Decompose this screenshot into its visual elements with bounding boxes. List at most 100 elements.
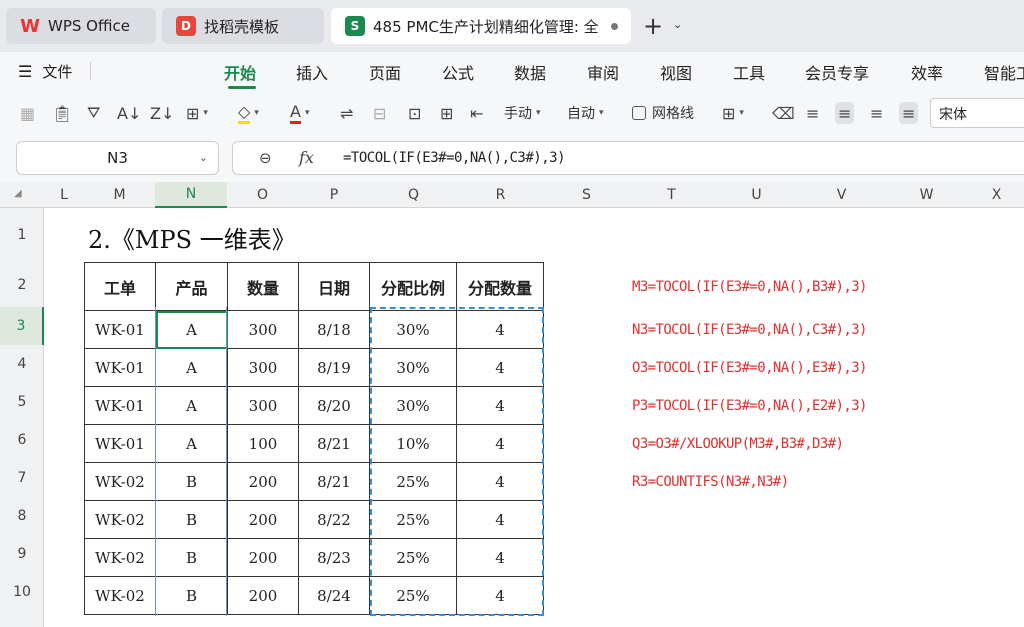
table-cell[interactable]: 4 (456, 310, 544, 349)
row-header-cell[interactable]: 2 (0, 262, 44, 307)
row-header-cell[interactable]: 1 (0, 208, 44, 262)
table-cell[interactable]: 4 (456, 538, 544, 577)
table-cell[interactable]: WK-01 (84, 348, 156, 387)
active-cell[interactable]: A (155, 310, 228, 349)
tab-document[interactable]: S 485 PMC生产计划精细化管理: 全 (331, 8, 631, 44)
formula-note[interactable]: N3=TOCOL(IF(E3#=0,NA(),C3#),3) (632, 322, 867, 338)
table-cell[interactable]: 4 (456, 462, 544, 501)
column-header-cell[interactable]: T (629, 182, 714, 208)
tab-wps-office[interactable]: W WPS Office (6, 8, 156, 44)
border-icon[interactable]: ⊞ ▾ (186, 102, 208, 124)
gridlines-checkbox[interactable] (632, 106, 646, 120)
file-menu[interactable]: ☰ 文件 (18, 61, 72, 82)
fx-icon[interactable]: fx (299, 148, 314, 167)
calc-manual-dropdown[interactable]: 手动 ▾ (504, 102, 541, 124)
header-cell[interactable]: 分配比例 (369, 262, 457, 311)
font-name-input[interactable]: 宋体 (930, 98, 1024, 128)
table-cell[interactable]: 200 (227, 576, 299, 615)
tab-home[interactable]: 开始 (224, 60, 256, 84)
table-cell[interactable]: 300 (227, 310, 299, 349)
sheet-title[interactable]: 2.《MPS 一维表》 (88, 220, 296, 255)
calc-auto-dropdown[interactable]: 自动 ▾ (567, 102, 604, 124)
table-cell[interactable]: 200 (227, 500, 299, 539)
formula-input[interactable]: ⊖ fx =TOCOL(IF(E3#=0,NA(),C3#),3) (232, 141, 1024, 175)
header-cell[interactable]: 数量 (227, 262, 299, 311)
table-style-icon[interactable]: ⊞ ▾ (722, 102, 744, 124)
column-header-cell[interactable]: M (84, 182, 155, 208)
table-cell[interactable]: 8/21 (298, 424, 370, 463)
table-cell[interactable]: 4 (456, 576, 544, 615)
tab-insert[interactable]: 插入 (296, 60, 328, 84)
row-header-cell[interactable]: 10 (0, 573, 44, 611)
row-header-cell[interactable]: 7 (0, 459, 44, 497)
table-cell[interactable]: 4 (456, 348, 544, 387)
table-cell[interactable]: WK-01 (84, 310, 156, 349)
table-cell[interactable]: 8/19 (298, 348, 370, 387)
row-header-cell[interactable]: 4 (0, 345, 44, 383)
formula-note[interactable]: Q3=O3#/XLOOKUP(M3#,B3#,D3#) (632, 436, 844, 452)
align-center-icon[interactable]: ≡ (835, 102, 855, 124)
row-header-cell[interactable]: 5 (0, 383, 44, 421)
header-cell[interactable]: 产品 (155, 262, 228, 311)
number-format-icon[interactable]: ▦ (20, 102, 35, 124)
table-cell[interactable]: 200 (227, 462, 299, 501)
formula-note[interactable]: O3=TOCOL(IF(E3#=0,NA(),E3#),3) (632, 360, 867, 376)
filter-icon[interactable]: ⛛ (87, 102, 100, 124)
fill-color-icon[interactable]: ◇ ▾ (238, 102, 259, 124)
table-cell[interactable]: A (155, 348, 228, 387)
row-header-cell-selected[interactable]: 3 (0, 307, 44, 345)
table-cell[interactable]: 30% (369, 386, 457, 425)
table-cell[interactable]: A (155, 424, 228, 463)
insert-column-icon[interactable]: ⊞ (440, 102, 453, 124)
unsaved-dot-icon[interactable] (611, 22, 618, 30)
header-cell[interactable]: 日期 (298, 262, 370, 311)
tab-tools[interactable]: 工具 (733, 60, 765, 84)
column-header-cell-selected[interactable]: N (155, 182, 227, 208)
table-cell[interactable]: 25% (369, 462, 457, 501)
chevron-down-icon[interactable]: ⌄ (673, 18, 682, 31)
tab-formulas[interactable]: 公式 (442, 60, 474, 84)
column-header-cell[interactable]: U (714, 182, 799, 208)
table-cell[interactable]: 8/18 (298, 310, 370, 349)
table-cell[interactable]: 10% (369, 424, 457, 463)
tab-data[interactable]: 数据 (514, 60, 546, 84)
table-cell[interactable]: WK-02 (84, 500, 156, 539)
tab-review[interactable]: 审阅 (587, 60, 619, 84)
table-cell[interactable]: A (155, 386, 228, 425)
column-header-cell[interactable]: W (884, 182, 969, 208)
table-cell[interactable]: 100 (227, 424, 299, 463)
column-header-cell[interactable]: O (227, 182, 298, 208)
table-cell[interactable]: WK-02 (84, 462, 156, 501)
chevron-down-icon[interactable]: ⌄ (199, 151, 208, 164)
paste-icon[interactable]: 📋︎ (52, 102, 72, 124)
align-justify-icon[interactable]: ≡ (899, 102, 919, 124)
select-all-icon[interactable]: ◢ (14, 188, 22, 199)
table-cell[interactable]: 4 (456, 500, 544, 539)
table-cell[interactable]: 8/20 (298, 386, 370, 425)
table-cell[interactable]: B (155, 538, 228, 577)
clear-format-icon[interactable]: ⌫ (772, 102, 795, 124)
column-header-cell[interactable]: P (298, 182, 370, 208)
header-cell[interactable]: 工单 (84, 262, 156, 311)
table-cell[interactable]: B (155, 500, 228, 539)
table-cell[interactable]: 4 (456, 424, 544, 463)
tab-efficiency[interactable]: 效率 (911, 60, 943, 84)
align-right-icon[interactable]: ≡ (870, 102, 883, 124)
row-header-cell[interactable]: 9 (0, 535, 44, 573)
table-cell[interactable]: B (155, 462, 228, 501)
column-header-cell[interactable]: R (457, 182, 544, 208)
table-cell[interactable]: WK-01 (84, 424, 156, 463)
formula-note[interactable]: R3=COUNTIFS(N3#,N3#) (632, 474, 789, 490)
column-header-cell[interactable]: V (799, 182, 884, 208)
name-box[interactable]: N3 ⌄ (16, 141, 219, 175)
sort-ascending-icon[interactable]: A↓ (117, 102, 141, 124)
table-cell[interactable]: 8/21 (298, 462, 370, 501)
tab-ai[interactable]: 智能工 (984, 60, 1024, 84)
font-color-icon[interactable]: A ▾ (290, 102, 309, 124)
insert-row-icon[interactable]: ⊡ (408, 102, 421, 124)
table-cell[interactable]: 8/23 (298, 538, 370, 577)
tab-template[interactable]: D 找稻壳模板 (162, 8, 324, 44)
table-cell[interactable]: 25% (369, 538, 457, 577)
column-header-cell[interactable]: X (969, 182, 1024, 208)
column-header-cell[interactable]: Q (370, 182, 457, 208)
